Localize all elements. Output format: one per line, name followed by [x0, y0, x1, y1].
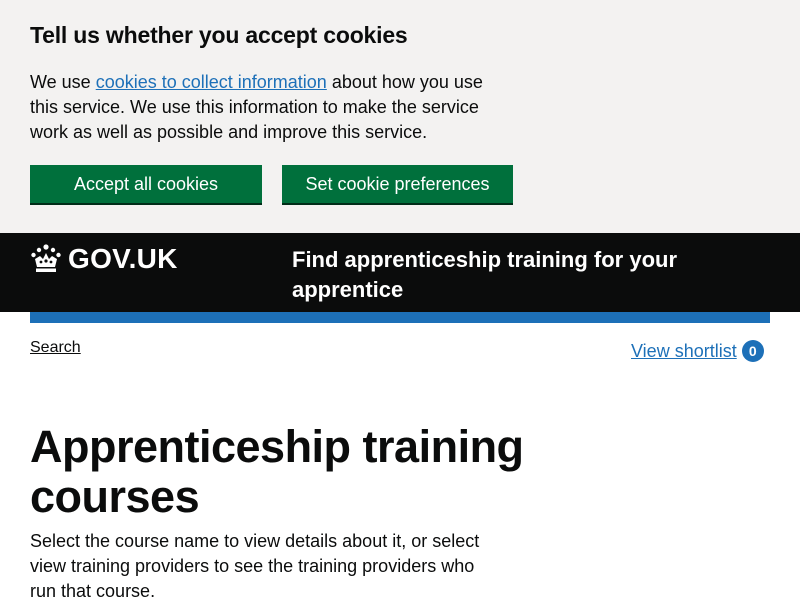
service-name[interactable]: Find apprenticeship training for your ap… [292, 245, 712, 305]
cookie-banner-heading: Tell us whether you accept cookies [30, 22, 408, 48]
search-link[interactable]: Search [30, 339, 81, 357]
cookie-banner-text: We use cookies to collect information ab… [30, 70, 510, 145]
page-lede: Select the course name to view details a… [30, 531, 480, 601]
govuk-logo-text: GOV.UK [68, 243, 178, 274]
header-blue-bar [30, 312, 770, 323]
view-shortlist-link[interactable]: View shortlist [631, 341, 737, 362]
cookie-text-start: We use [30, 72, 96, 92]
cookie-preferences-button[interactable]: Set cookie preferences [282, 165, 513, 203]
page-title: Apprenticeship training courses [30, 421, 524, 522]
govuk-header: GOV.UK Find apprenticeship training for … [0, 233, 800, 312]
crown-icon [30, 244, 62, 274]
govuk-logo-link[interactable]: GOV.UK [30, 243, 178, 275]
shortlist-count-badge: 0 [741, 340, 764, 362]
shortlist: View shortlist 0 [631, 340, 764, 362]
cookies-info-link[interactable]: cookies to collect information [96, 72, 327, 92]
accept-cookies-button[interactable]: Accept all cookies [30, 165, 262, 203]
cookie-banner: Tell us whether you accept cookies We us… [0, 0, 800, 233]
